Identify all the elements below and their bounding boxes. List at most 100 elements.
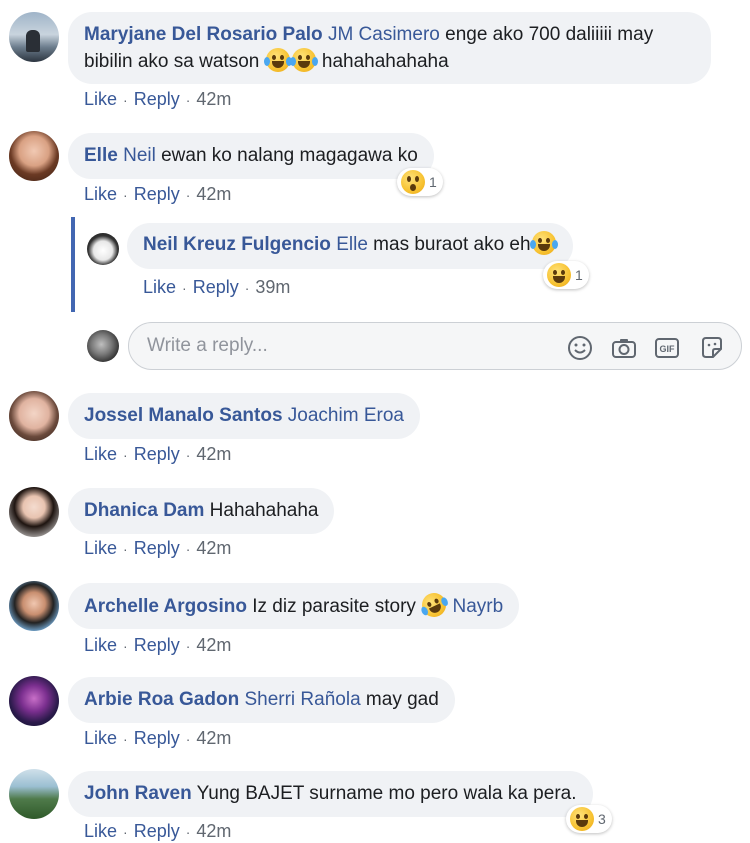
comment-author[interactable]: John Raven (84, 783, 192, 804)
avatar[interactable] (9, 131, 59, 181)
comment-mention[interactable]: JM Casimero (328, 24, 440, 45)
separator: · (185, 731, 191, 747)
timestamp[interactable]: 42m (196, 444, 231, 464)
separator: · (123, 187, 128, 203)
comment-mention[interactable]: Sherri Rañola (244, 689, 360, 710)
laughing-tears-emoji-icon (289, 48, 318, 72)
reaction-count: 1 (575, 267, 583, 283)
separator: · (182, 280, 187, 296)
comment-mention[interactable]: Joachim Eroa (288, 405, 404, 426)
camera-icon[interactable] (611, 335, 637, 361)
reply-link[interactable]: Reply (193, 277, 239, 297)
comment-actions: Like · Reply · 42m (84, 635, 231, 656)
timestamp[interactable]: 42m (196, 538, 231, 558)
emoji-icon[interactable] (567, 335, 593, 361)
like-link[interactable]: Like (84, 538, 117, 558)
comment-bubble: Elle Neil ewan ko nalang magagawa ko (68, 133, 434, 179)
reply-link[interactable]: Reply (134, 538, 180, 558)
reply-link[interactable]: Reply (134, 89, 180, 109)
avatar[interactable] (9, 676, 59, 726)
reaction-badge[interactable]: 1 (397, 168, 443, 196)
avatar[interactable] (87, 233, 119, 265)
reaction-count: 1 (429, 174, 437, 190)
reply-link[interactable]: Reply (134, 184, 180, 204)
avatar[interactable] (9, 12, 59, 62)
comment-author[interactable]: Arbie Roa Gadon (84, 689, 239, 710)
separator: · (123, 638, 128, 654)
separator: · (123, 447, 128, 463)
sticker-icon[interactable] (699, 335, 725, 361)
current-user-avatar (87, 330, 119, 362)
separator: · (244, 280, 250, 296)
comment-author[interactable]: Archelle Argosino (84, 596, 247, 617)
like-link[interactable]: Like (84, 728, 117, 748)
rofl-emoji-icon (418, 589, 451, 621)
comment-bubble: Archelle Argosino Iz diz parasite story … (68, 583, 520, 629)
separator: · (185, 824, 191, 840)
avatar[interactable] (9, 391, 59, 441)
reply-composer[interactable]: GIF (128, 322, 742, 370)
separator: · (123, 541, 128, 557)
reply-input[interactable] (147, 335, 527, 357)
reaction-badge[interactable]: 3 (566, 805, 612, 833)
timestamp[interactable]: 42m (196, 821, 231, 841)
comment-mention[interactable]: Elle (336, 234, 368, 255)
timestamp[interactable]: 42m (196, 184, 231, 204)
comment-bubble: Jossel Manalo Santos Joachim Eroa (68, 393, 420, 439)
like-link[interactable]: Like (84, 635, 117, 655)
gif-icon[interactable]: GIF (654, 335, 680, 361)
timestamp[interactable]: 39m (255, 277, 290, 297)
comment-author[interactable]: Jossel Manalo Santos (84, 405, 283, 426)
avatar[interactable] (9, 581, 59, 631)
comment-actions: Like · Reply · 42m (84, 444, 231, 465)
comment-actions: Like · Reply · 42m (84, 538, 231, 559)
separator: · (123, 731, 128, 747)
wow-emoji-icon (401, 170, 425, 194)
like-link[interactable]: Like (84, 444, 117, 464)
comment-actions: Like · Reply · 42m (84, 184, 231, 205)
separator: · (123, 824, 128, 840)
laughing-tears-emoji-icon (529, 231, 558, 255)
timestamp[interactable]: 42m (196, 89, 231, 109)
separator: · (185, 638, 191, 654)
comment-text: Hahahahaha (209, 500, 319, 521)
laughing-tears-emoji-icon (263, 48, 292, 72)
comment-text: enge ako 700 daliiiii may (445, 24, 654, 45)
comment-mention[interactable]: Nayrb (452, 596, 503, 617)
haha-emoji-icon (547, 263, 571, 287)
like-link[interactable]: Like (143, 277, 176, 297)
reply-link[interactable]: Reply (134, 821, 180, 841)
separator: · (185, 541, 191, 557)
comment-actions: Like · Reply · 42m (84, 728, 231, 749)
comment-text: Iz diz parasite story (252, 596, 416, 617)
reaction-badge[interactable]: 1 (543, 261, 589, 289)
comment-author[interactable]: Neil Kreuz Fulgencio (143, 234, 331, 255)
timestamp[interactable]: 42m (196, 728, 231, 748)
like-link[interactable]: Like (84, 184, 117, 204)
comment-author[interactable]: Dhanica Dam (84, 500, 204, 521)
reply-link[interactable]: Reply (134, 444, 180, 464)
separator: · (185, 447, 191, 463)
like-link[interactable]: Like (84, 89, 117, 109)
svg-text:GIF: GIF (660, 344, 676, 354)
avatar[interactable] (9, 769, 59, 819)
comment-text: ewan ko nalang magagawa ko (161, 145, 418, 166)
reply-link[interactable]: Reply (134, 635, 180, 655)
separator: · (123, 92, 128, 108)
timestamp[interactable]: 42m (196, 635, 231, 655)
avatar[interactable] (9, 487, 59, 537)
comment-mention[interactable]: Neil (123, 145, 156, 166)
comment-bubble: Arbie Roa Gadon Sherri Rañola may gad (68, 677, 455, 723)
comment-text: mas buraot ako eh (373, 234, 531, 255)
comment-text: bibilin ako sa watson (84, 51, 260, 72)
comment-actions: Like · Reply · 42m (84, 89, 231, 110)
comment-author[interactable]: Maryjane Del Rosario Palo (84, 24, 323, 45)
comment-text: Yung BAJET surname mo pero wala ka pera. (196, 783, 577, 804)
separator: · (185, 187, 191, 203)
comment-bubble: Maryjane Del Rosario Palo JM Casimero en… (68, 12, 711, 84)
comment-text: hahahahahaha (321, 51, 449, 72)
reply-link[interactable]: Reply (134, 728, 180, 748)
comment-bubble: Dhanica Dam Hahahahaha (68, 488, 335, 534)
comment-author[interactable]: Elle (84, 145, 118, 166)
like-link[interactable]: Like (84, 821, 117, 841)
